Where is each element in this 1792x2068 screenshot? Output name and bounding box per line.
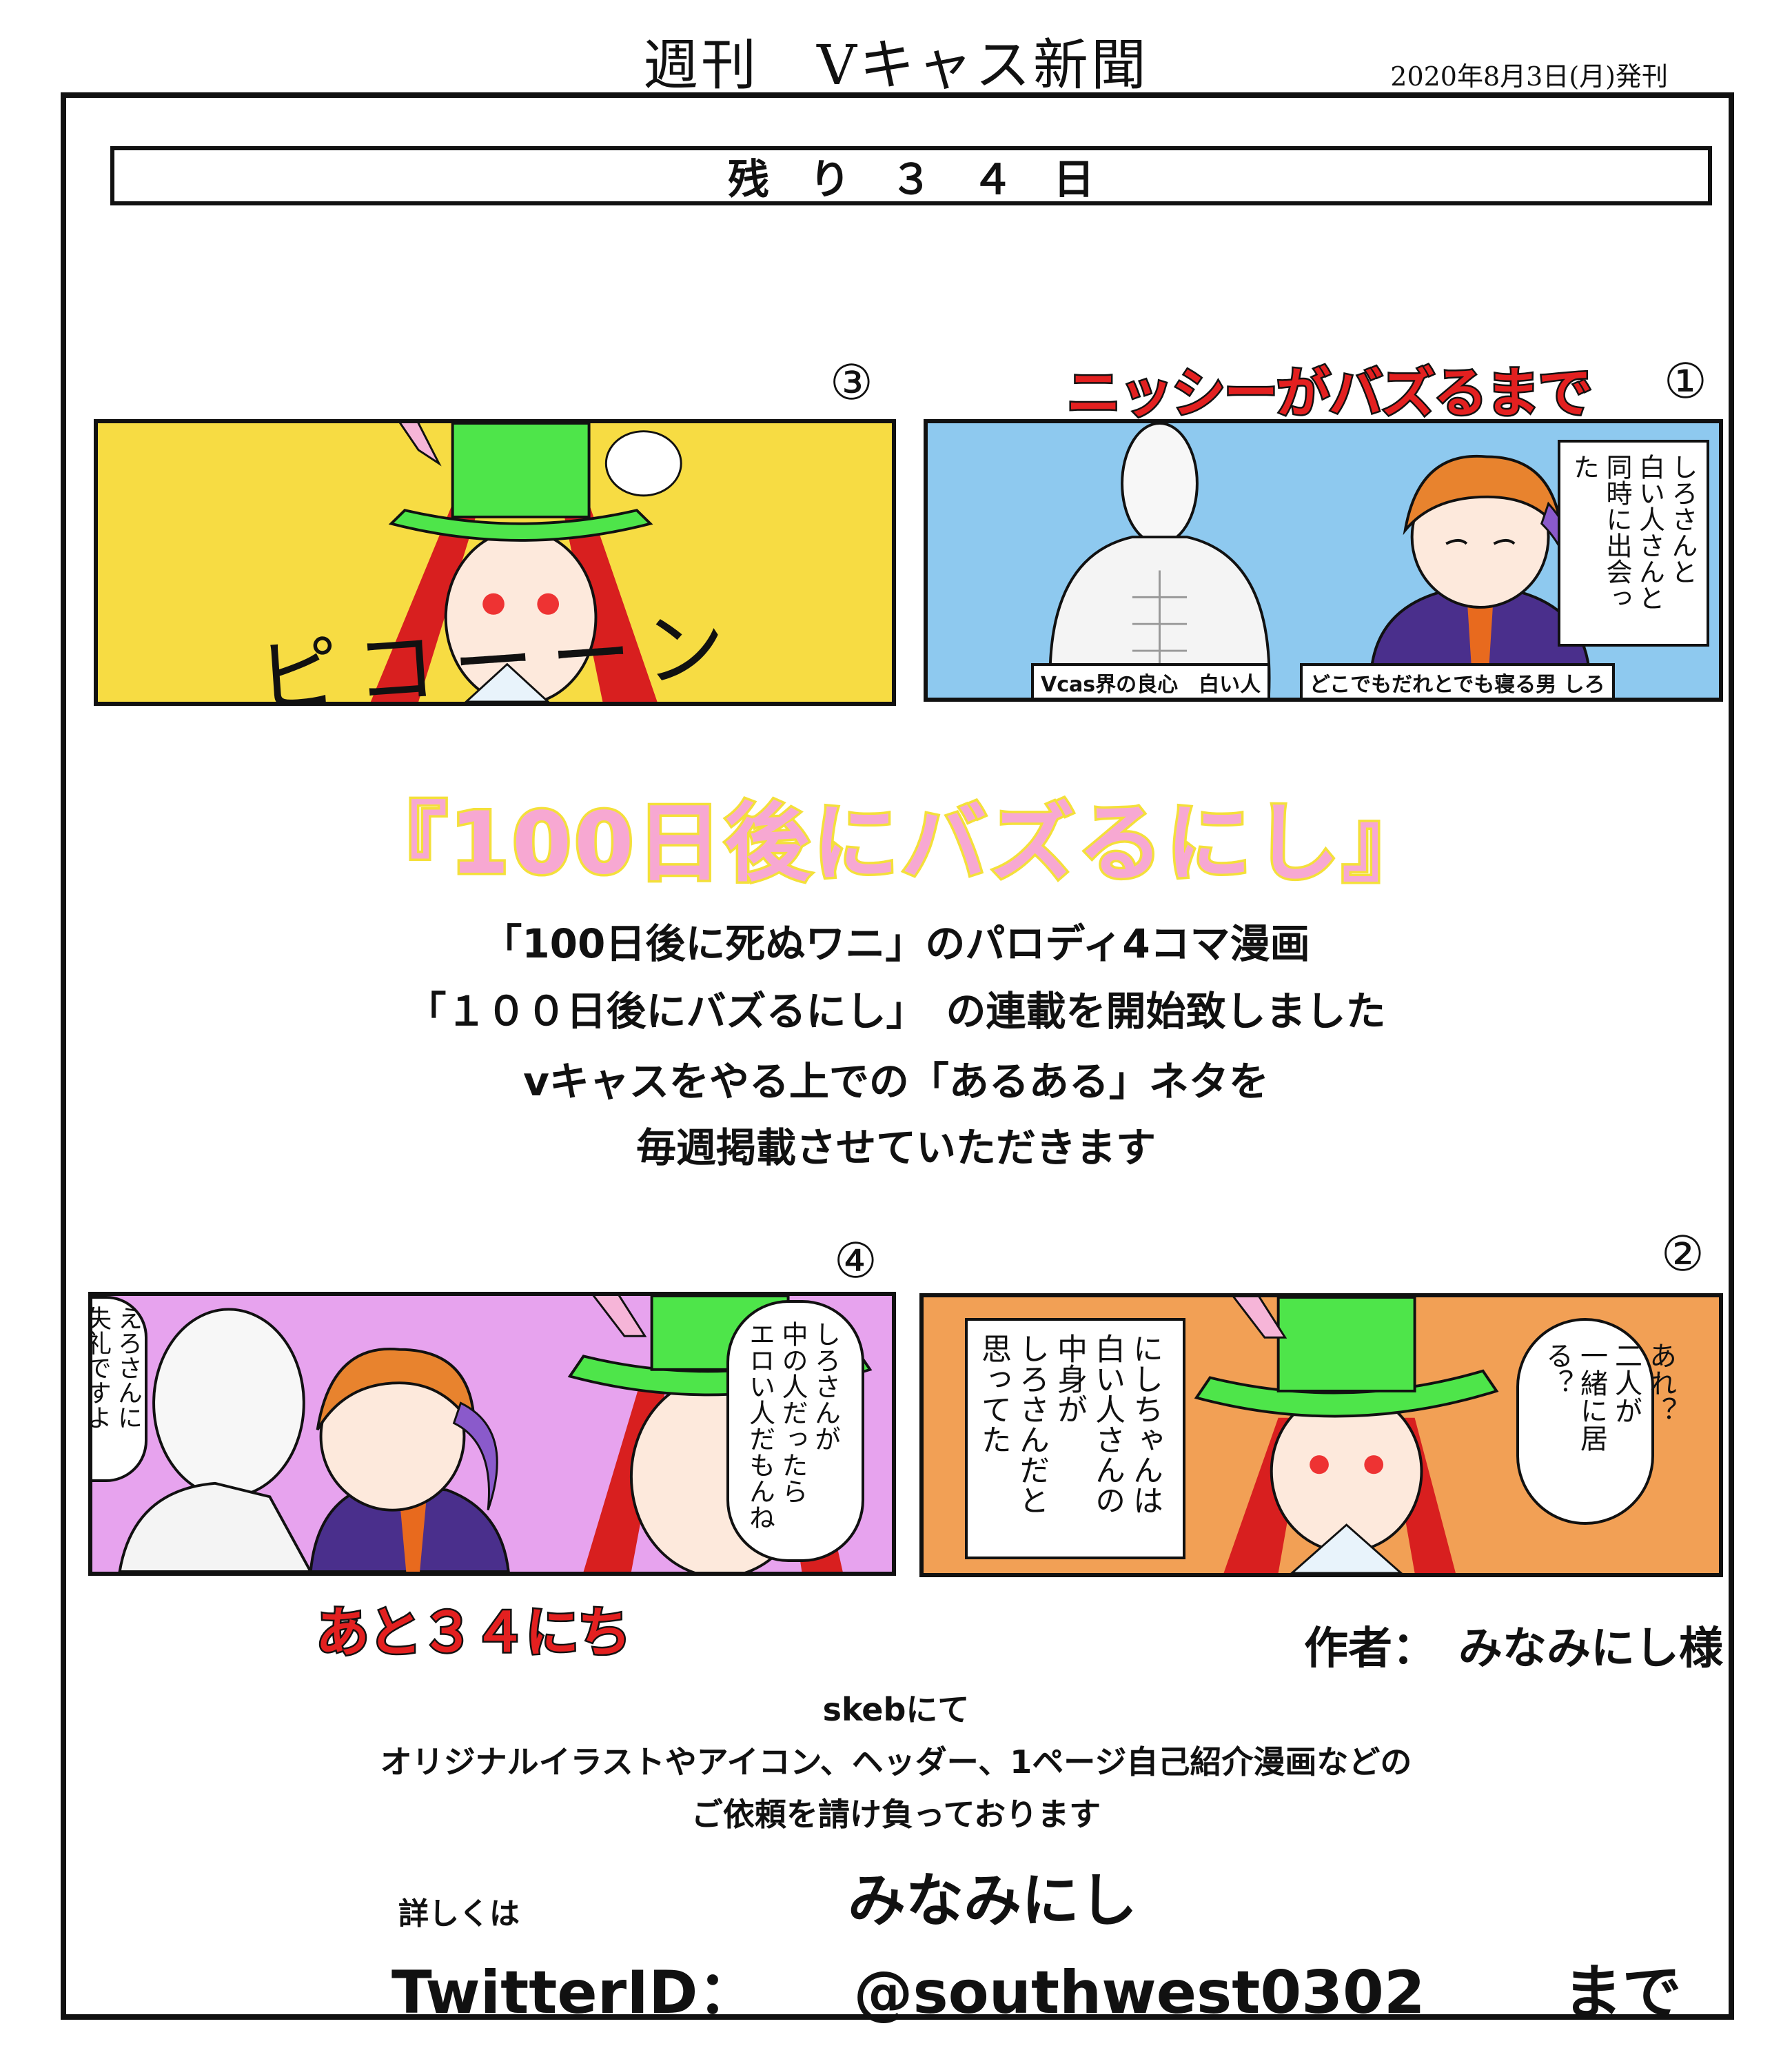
- comic-title-bottom: あと３４にち: [314, 1601, 633, 1666]
- comic-panel-1: しろさんと 白い人さんと 同時に出会った Vcas界の良心 白い人 どこでもだれ…: [924, 419, 1723, 702]
- panel-2-speech-line: 二人が: [1610, 1341, 1642, 1424]
- panel-4-speech-right-line: しろさんが: [810, 1321, 841, 1452]
- panel-1-caption-line: しろさんと: [1667, 454, 1698, 585]
- panel-4-speech-left: えろさんに 失礼ですよ: [88, 1296, 147, 1482]
- countdown-text: 残り３４日: [728, 155, 1134, 204]
- panel-3-number: ③: [830, 354, 873, 411]
- panel-1-caption-line: 同時に出会った: [1569, 454, 1633, 611]
- panel-2-caption-line: しろさんだと: [1014, 1333, 1049, 1515]
- panel-2-speech-line: あれ？: [1645, 1341, 1676, 1424]
- comic-title-top: ニッシーがバズるまで: [1065, 361, 1594, 427]
- panel-2-number: ②: [1661, 1226, 1704, 1282]
- details-label: 詳しくは: [398, 1896, 520, 1932]
- panel-2-speech-line: 一緒に居る？: [1541, 1341, 1607, 1452]
- panel-2-caption-line: 中身が: [1052, 1333, 1087, 1424]
- frame-top-rule: [61, 92, 1734, 98]
- panel-4-speech-left-line: えろさんに: [114, 1306, 142, 1430]
- skeb-line-3: ご依頼を請け負っております: [691, 1796, 1101, 1833]
- announce-line-4: 毎週掲載させていただきます: [635, 1124, 1156, 1171]
- twitter-handle-link[interactable]: @southwest0302: [853, 1958, 1425, 2027]
- announce-line-3: vキャスをやる上での「あるある」ネタを: [523, 1058, 1269, 1105]
- series-title: 『100日後にバズるにし』: [359, 792, 1431, 896]
- panel-4-speech-right-line: エロい人だもんね: [744, 1321, 775, 1530]
- twitter-suffix: まで: [1562, 1958, 1682, 2027]
- skeb-line-2: オリジナルイラストやアイコン、ヘッダー、1ページ自己紹介漫画などの: [380, 1743, 1412, 1781]
- comic-panel-4: えろさんに 失礼ですよ しろさんが 中の人だったら エロい人だもんね: [88, 1292, 896, 1576]
- panel-1-caption: しろさんと 白い人さんと 同時に出会った: [1558, 440, 1709, 647]
- author-credit: 作者： みなみにし様: [1304, 1623, 1723, 1674]
- panel-4-speech-right-line: 中の人だったら: [777, 1321, 808, 1504]
- panel-1-tag-shiro: どこでもだれとでも寝る男 しろ: [1300, 663, 1615, 698]
- panel-1-tag-white-person: Vcas界の良心 白い人: [1031, 663, 1271, 698]
- panel-4-speech-right: しろさんが 中の人だったら エロい人だもんね: [726, 1300, 864, 1562]
- twitter-line: TwitterID： @southwest0302 まで: [391, 1944, 1682, 2030]
- panel-1-caption-line: 白い人さんと: [1634, 454, 1665, 611]
- comic-panel-2: にしちゃんは 白い人さんの 中身が しろさんだと 思ってた あれ？ 二人が 一緒…: [919, 1293, 1723, 1577]
- panel-2-caption-line: 思ってた: [976, 1333, 1011, 1454]
- countdown-banner: 残り３４日: [110, 146, 1712, 205]
- announce-line-2: 「１００日後にバズるにし」 の連載を開始致しました: [406, 988, 1386, 1035]
- panel-4-number: ④: [834, 1233, 877, 1289]
- panel-2-caption-line: 白い人さんの: [1090, 1333, 1125, 1515]
- panel-2-speech: あれ？ 二人が 一緒に居る？: [1516, 1318, 1676, 1525]
- twitter-label: TwitterID：: [391, 1958, 757, 2027]
- announce-line-1: 「100日後に死ぬワニ」のパロディ4コマ漫画: [482, 920, 1310, 967]
- panel-4-speech-left-line: 失礼ですよ: [88, 1306, 111, 1430]
- skeb-line-1: skebにて: [822, 1691, 970, 1728]
- issue-date: 2020年8月3日(月)発刊: [1390, 61, 1668, 92]
- panel-2-caption: にしちゃんは 白い人さんの 中身が しろさんだと 思ってた: [965, 1318, 1185, 1559]
- artist-name: みなみにし: [848, 1867, 1138, 1934]
- comic-panel-3: ピコーーン: [94, 419, 896, 706]
- panel-2-caption-line: にしちゃんは: [1128, 1333, 1163, 1515]
- panel-1-number: ①: [1664, 353, 1707, 409]
